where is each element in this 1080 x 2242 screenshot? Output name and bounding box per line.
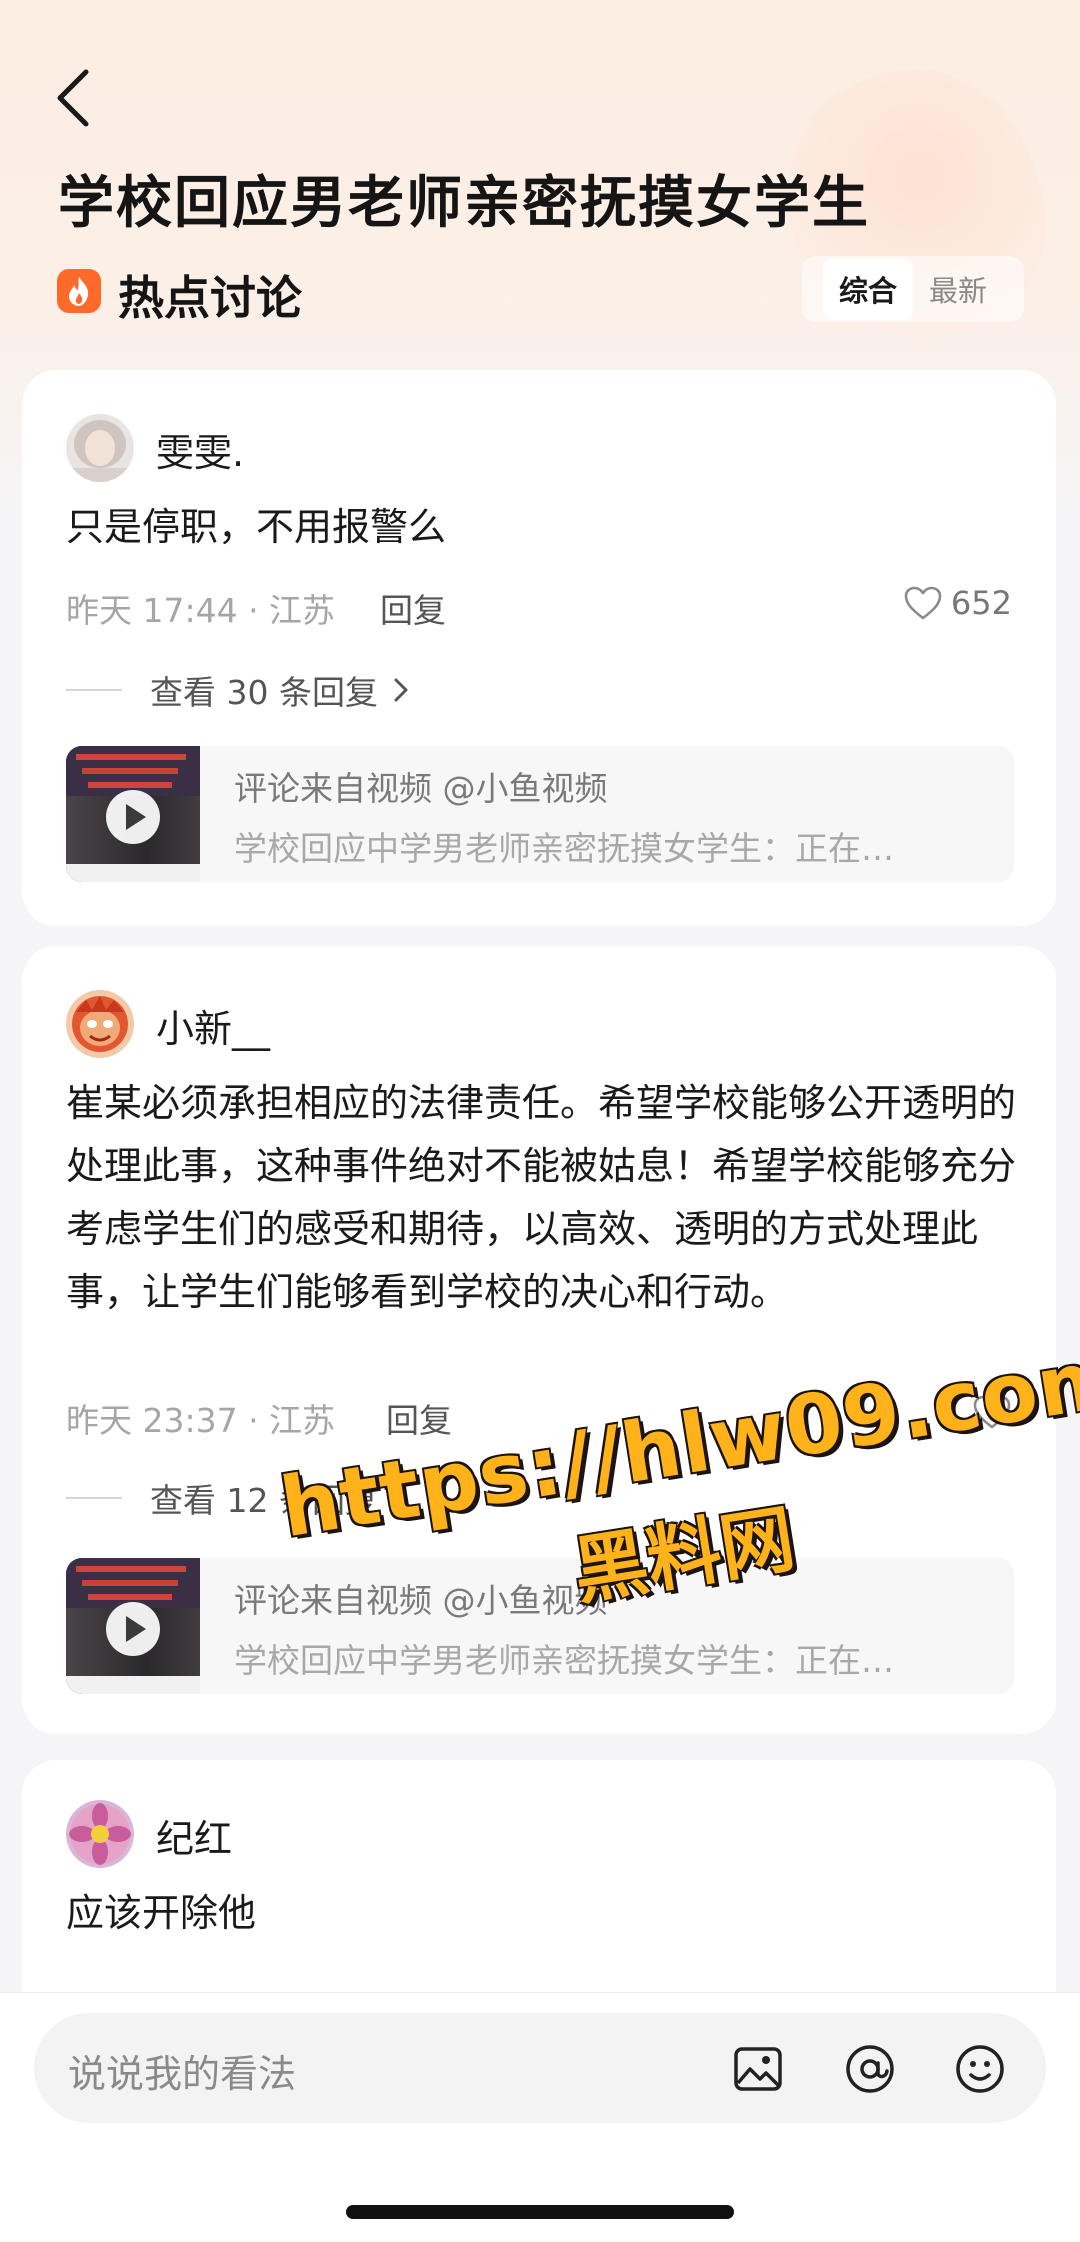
- home-indicator: [346, 2205, 734, 2219]
- avatar[interactable]: [66, 1800, 134, 1868]
- divider-line: [66, 1497, 122, 1499]
- username[interactable]: 纪红: [156, 1808, 232, 1863]
- video-source-title: 评论来自视频 @小鱼视频: [234, 1581, 608, 1620]
- comment-time-location: 昨天 23:37 · 江苏: [66, 1401, 336, 1440]
- avatar[interactable]: [66, 414, 134, 482]
- chevron-right-icon: [394, 1486, 408, 1510]
- image-icon[interactable]: [732, 2043, 784, 2095]
- play-icon: [106, 1602, 160, 1656]
- emoji-icon[interactable]: [954, 2043, 1006, 2095]
- username[interactable]: 雯雯.: [156, 422, 244, 477]
- sort-toggle: 综合 最新: [802, 256, 1024, 322]
- video-source-card[interactable]: 评论来自视频 @小鱼视频 学校回应中学男老师亲密抚摸女学生：正在…: [66, 746, 1014, 882]
- flame-icon: [57, 269, 101, 313]
- page-title: 学校回应男老师亲密抚摸女学生: [58, 171, 870, 236]
- video-source-description: 学校回应中学男老师亲密抚摸女学生：正在…: [234, 829, 894, 868]
- sort-option-comprehensive[interactable]: 综合: [822, 258, 913, 320]
- play-icon: [106, 790, 160, 844]
- video-thumbnail: [66, 1558, 200, 1694]
- comment-composer-bar: 说说我的看法: [0, 1992, 1080, 2242]
- reply-button[interactable]: 回复: [386, 1394, 452, 1442]
- avatar[interactable]: [66, 990, 134, 1058]
- comment-card: 雯雯. 只是停职，不用报警么 昨天 17:44 · 江苏 回复 652 查看 3…: [22, 370, 1056, 926]
- video-source-title: 评论来自视频 @小鱼视频: [234, 769, 608, 808]
- video-thumbnail: [66, 746, 200, 882]
- heart-icon: [904, 586, 942, 620]
- like-button[interactable]: [972, 1394, 1012, 1430]
- reply-button[interactable]: 回复: [380, 584, 446, 632]
- sort-option-latest[interactable]: 最新: [913, 258, 1003, 320]
- chevron-right-icon: [394, 678, 408, 702]
- video-source-card[interactable]: 评论来自视频 @小鱼视频 学校回应中学男老师亲密抚摸女学生：正在…: [66, 1558, 1014, 1694]
- at-icon[interactable]: [844, 2043, 896, 2095]
- comment-time-location: 昨天 17:44 · 江苏: [66, 591, 336, 630]
- like-count: 652: [950, 584, 1012, 622]
- view-replies-label: 查看 12 条回复: [150, 1481, 378, 1520]
- comment-card: 小新__ 崔某必须承担相应的法律责任。希望学校能够公开透明的处理此事，这种事件绝…: [22, 946, 1056, 1734]
- heart-icon: [973, 1395, 1011, 1429]
- back-arrow-icon[interactable]: [52, 66, 96, 130]
- video-source-description: 学校回应中学男老师亲密抚摸女学生：正在…: [234, 1641, 894, 1680]
- comment-input-placeholder: 说说我的看法: [68, 2052, 297, 2096]
- comment-text: 应该开除他: [66, 1891, 257, 1935]
- view-replies-label: 查看 30 条回复: [150, 673, 378, 712]
- comment-input[interactable]: 说说我的看法: [34, 2013, 1046, 2123]
- like-button[interactable]: 652: [903, 584, 1012, 622]
- section-label: 热点讨论: [118, 271, 302, 325]
- view-replies-link[interactable]: 查看 12 条回复: [66, 1474, 412, 1522]
- username[interactable]: 小新__: [156, 998, 270, 1053]
- comment-text: 只是停职，不用报警么: [66, 505, 447, 549]
- comment-text: 崔某必须承担相应的法律责任。希望学校能够公开透明的处理此事，这种事件绝对不能被姑…: [66, 1081, 1017, 1314]
- divider-line: [66, 689, 122, 691]
- view-replies-link[interactable]: 查看 30 条回复: [66, 666, 412, 714]
